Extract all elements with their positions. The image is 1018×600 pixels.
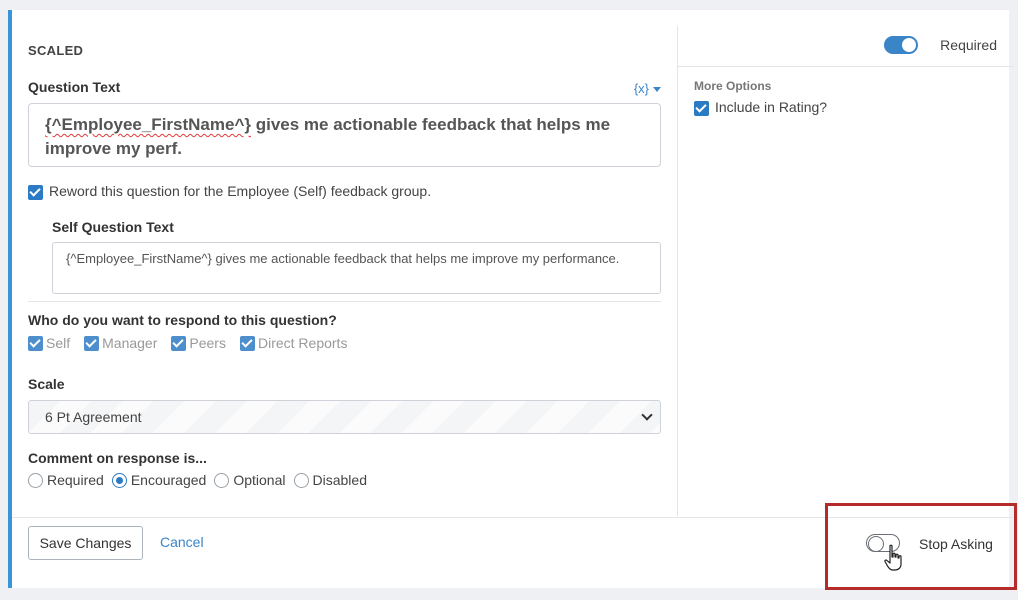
divider — [28, 301, 661, 302]
include-rating-row[interactable]: Include in Rating? — [694, 99, 827, 116]
respondent-option-self[interactable]: Self — [28, 335, 70, 351]
include-rating-checkbox[interactable] — [694, 100, 709, 116]
respondent-label: Self — [46, 335, 71, 351]
respondent-option-manager[interactable]: Manager — [84, 335, 157, 351]
comment-radio-selected[interactable] — [111, 472, 127, 488]
include-rating-label: Include in Rating? — [715, 99, 828, 115]
required-toggle[interactable] — [884, 36, 919, 54]
respondent-label: Peers — [189, 335, 226, 351]
respondent-checkbox[interactable] — [239, 335, 255, 351]
comment-option-label: Required — [47, 472, 104, 488]
comment-label: Comment on response is... — [28, 450, 207, 466]
respondent-option-direct-reports[interactable]: Direct Reports — [239, 335, 348, 351]
respondents-options: Self Manager Peers Direct Reports — [28, 335, 347, 351]
reword-checkbox-row[interactable]: Reword this question for the Employee (S… — [28, 183, 431, 200]
comment-radio[interactable] — [214, 472, 230, 488]
more-options-label: More Options — [694, 79, 772, 93]
comment-options: Required Encouraged Optional Disabled — [28, 472, 367, 488]
respondent-checkbox[interactable] — [28, 335, 43, 351]
caret-down-icon — [653, 87, 661, 93]
respondent-checkbox[interactable] — [171, 335, 187, 351]
comment-option-optional[interactable]: Optional — [214, 472, 286, 488]
required-toggle-row[interactable]: Required — [884, 36, 997, 54]
variable-icon: {x} — [633, 81, 649, 96]
scale-label: Scale — [28, 376, 65, 392]
comment-option-encouraged[interactable]: Encouraged — [111, 472, 207, 488]
comment-option-label: Disabled — [312, 472, 367, 488]
scale-select[interactable]: 6 Pt Agreement — [28, 400, 661, 434]
reword-checkbox[interactable] — [28, 184, 43, 200]
question-variable-token: {^Employee_FirstName^} — [45, 115, 251, 134]
hand-pointer-icon — [884, 544, 902, 571]
respondent-label: Manager — [102, 335, 158, 351]
comment-radio[interactable] — [28, 472, 43, 488]
comment-option-label: Encouraged — [130, 472, 207, 488]
respondents-label: Who do you want to respond to this quest… — [28, 312, 337, 328]
self-question-text-label: Self Question Text — [52, 219, 174, 235]
options-panel: Required More Options Include in Rating? — [677, 26, 1014, 516]
save-changes-button[interactable]: Save Changes — [28, 526, 143, 560]
divider — [678, 66, 1014, 67]
respondent-checkbox[interactable] — [84, 335, 100, 351]
question-text-input[interactable]: {^Employee_FirstName^} gives me actionab… — [28, 103, 661, 167]
stop-asking-highlight: Stop Asking — [825, 503, 1017, 590]
respondent-option-peers[interactable]: Peers — [171, 335, 226, 351]
self-question-text-input[interactable]: {^Employee_FirstName^} gives me actionab… — [52, 242, 661, 294]
respondent-label: Direct Reports — [257, 335, 348, 351]
scale-selected-value: 6 Pt Agreement — [45, 409, 142, 425]
insert-variable-button[interactable]: {x} — [634, 81, 661, 96]
comment-radio[interactable] — [293, 472, 309, 488]
stop-asking-label: Stop Asking — [919, 536, 993, 552]
comment-option-label: Optional — [233, 472, 286, 488]
comment-option-disabled[interactable]: Disabled — [293, 472, 367, 488]
chevron-down-icon — [641, 409, 653, 421]
required-label: Required — [940, 37, 997, 53]
cancel-link[interactable]: Cancel — [160, 534, 204, 550]
question-editor-card: SCALED Question Text {x} {^Employee_Firs… — [8, 10, 1014, 588]
reword-label: Reword this question for the Employee (S… — [49, 183, 432, 199]
question-text-label: Question Text — [28, 79, 121, 95]
comment-option-required[interactable]: Required — [28, 472, 104, 488]
question-type-label: SCALED — [28, 43, 84, 58]
